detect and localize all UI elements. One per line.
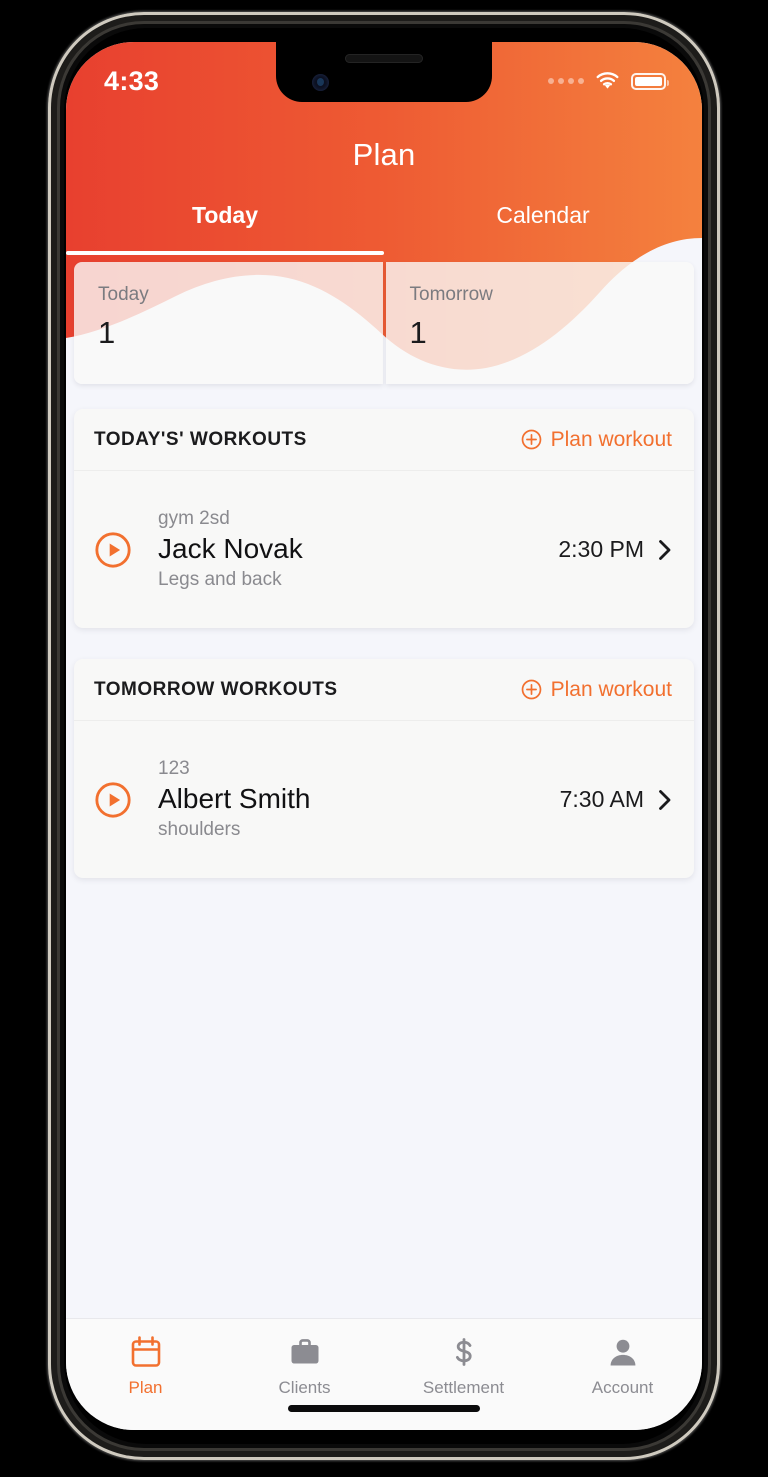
tabbar-item-plan[interactable]: Plan xyxy=(66,1335,225,1398)
play-circle-icon[interactable] xyxy=(94,781,132,819)
briefcase-icon xyxy=(291,1339,318,1364)
stat-value: 1 xyxy=(409,315,427,350)
phone-screen: 4:33 Plan Today Calendar Today 1 Tomorro… xyxy=(66,42,702,1430)
section-todays-workouts: TODAY'S' WORKOUTS Plan workout gym 2sd J… xyxy=(74,409,694,628)
workout-row[interactable]: 123 Albert Smith shoulders 7:30 AM xyxy=(74,721,694,878)
chevron-right-icon[interactable] xyxy=(658,789,672,811)
earpiece-speaker-icon xyxy=(345,54,423,63)
section-title: TOMORROW WORKOUTS xyxy=(94,678,338,700)
page-title: Plan xyxy=(352,137,416,172)
plus-circle-icon xyxy=(521,429,541,450)
status-indicators xyxy=(548,72,669,90)
workout-time: 7:30 AM xyxy=(559,786,644,812)
header-tabs: Today Calendar xyxy=(66,202,702,255)
section-header: TOMORROW WORKOUTS Plan workout xyxy=(74,659,694,721)
signal-dots-icon xyxy=(548,78,584,84)
tabbar-label: Settlement xyxy=(422,1378,505,1397)
chevron-right-icon[interactable] xyxy=(658,539,672,561)
stat-label: Tomorrow xyxy=(409,284,493,305)
workout-gym: 123 xyxy=(158,758,190,779)
workout-info: 123 Albert Smith shoulders xyxy=(158,758,560,841)
plan-workout-button-tomorrow[interactable]: Plan workout xyxy=(521,678,672,702)
workout-info: gym 2sd Jack Novak Legs and back xyxy=(158,508,558,591)
tabbar-item-clients[interactable]: Clients xyxy=(225,1335,384,1398)
person-icon xyxy=(610,1339,635,1366)
plus-circle-icon xyxy=(521,679,541,700)
plan-workout-button-today[interactable]: Plan workout xyxy=(521,428,672,452)
workout-row[interactable]: gym 2sd Jack Novak Legs and back 2:30 PM xyxy=(74,471,694,628)
dollar-icon xyxy=(455,1338,472,1366)
front-camera-icon xyxy=(312,74,329,91)
section-tomorrow-workouts: TOMORROW WORKOUTS Plan workout 123 Alber… xyxy=(74,659,694,878)
play-circle-icon[interactable] xyxy=(94,531,132,569)
section-header: TODAY'S' WORKOUTS Plan workout xyxy=(74,409,694,471)
workout-client-name: Jack Novak xyxy=(158,533,303,564)
notch xyxy=(276,42,492,102)
workout-description: Legs and back xyxy=(158,569,282,590)
stats-row: Today 1 Tomorrow 1 xyxy=(74,262,694,384)
tab-today[interactable]: Today xyxy=(66,202,384,255)
status-time: 4:33 xyxy=(104,65,160,96)
workout-meta: 7:30 AM xyxy=(560,786,672,813)
stat-label: Today xyxy=(98,284,149,305)
tabbar-item-settlement[interactable]: Settlement xyxy=(384,1335,543,1398)
calendar-icon xyxy=(131,1336,160,1367)
wifi-icon xyxy=(596,72,619,89)
home-indicator[interactable] xyxy=(288,1405,480,1412)
section-title: TODAY'S' WORKOUTS xyxy=(94,428,307,450)
tabbar-label: Account xyxy=(591,1378,654,1397)
tabbar-label: Plan xyxy=(128,1378,163,1397)
stat-value: 1 xyxy=(98,315,116,350)
workout-gym: gym 2sd xyxy=(158,508,230,529)
workout-client-name: Albert Smith xyxy=(158,783,311,814)
plan-workout-label: Plan workout xyxy=(550,427,672,451)
workout-description: shoulders xyxy=(158,819,241,840)
tab-calendar[interactable]: Calendar xyxy=(384,202,702,255)
plan-workout-label: Plan workout xyxy=(550,677,672,701)
bottom-tab-bar: Plan Clients Settlement Account xyxy=(66,1318,702,1430)
stat-card-tomorrow[interactable]: Tomorrow 1 xyxy=(385,262,694,384)
workout-meta: 2:30 PM xyxy=(558,536,672,563)
screenshot-stage: 4:33 Plan Today Calendar Today 1 Tomorro… xyxy=(0,0,768,1477)
stat-card-today[interactable]: Today 1 xyxy=(74,262,383,384)
tabbar-label: Clients xyxy=(278,1378,331,1397)
tabbar-item-account[interactable]: Account xyxy=(543,1335,702,1398)
workout-time: 2:30 PM xyxy=(558,536,644,562)
battery-full-icon xyxy=(631,72,669,90)
